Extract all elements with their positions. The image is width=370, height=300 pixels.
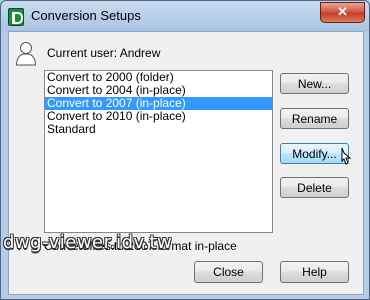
app-icon	[8, 8, 24, 26]
help-button[interactable]: Help	[280, 261, 349, 283]
rename-button[interactable]: Rename	[280, 108, 349, 129]
new-button[interactable]: New...	[280, 73, 349, 94]
dialog-window: Conversion Setups ✕ Current user: Andrew…	[0, 0, 370, 300]
title-bar[interactable]: Conversion Setups ✕	[1, 1, 369, 31]
mouse-cursor-icon	[341, 147, 352, 165]
window-close-button[interactable]: ✕	[320, 2, 365, 23]
close-button[interactable]: Close	[194, 261, 263, 283]
setups-listbox[interactable]: Convert to 2000 (folder) Convert to 2004…	[44, 70, 273, 233]
watermark-text: dwg-viewer.idv.tw	[3, 232, 173, 253]
delete-button[interactable]: Delete	[280, 177, 349, 198]
setup-list-item[interactable]: Standard	[45, 123, 272, 136]
current-user-label: Current user: Andrew	[47, 46, 161, 60]
user-icon	[15, 42, 37, 66]
window-title: Conversion Setups	[31, 8, 141, 23]
dialog-body: Current user: Andrew Convert to 2000 (fo…	[8, 31, 364, 295]
